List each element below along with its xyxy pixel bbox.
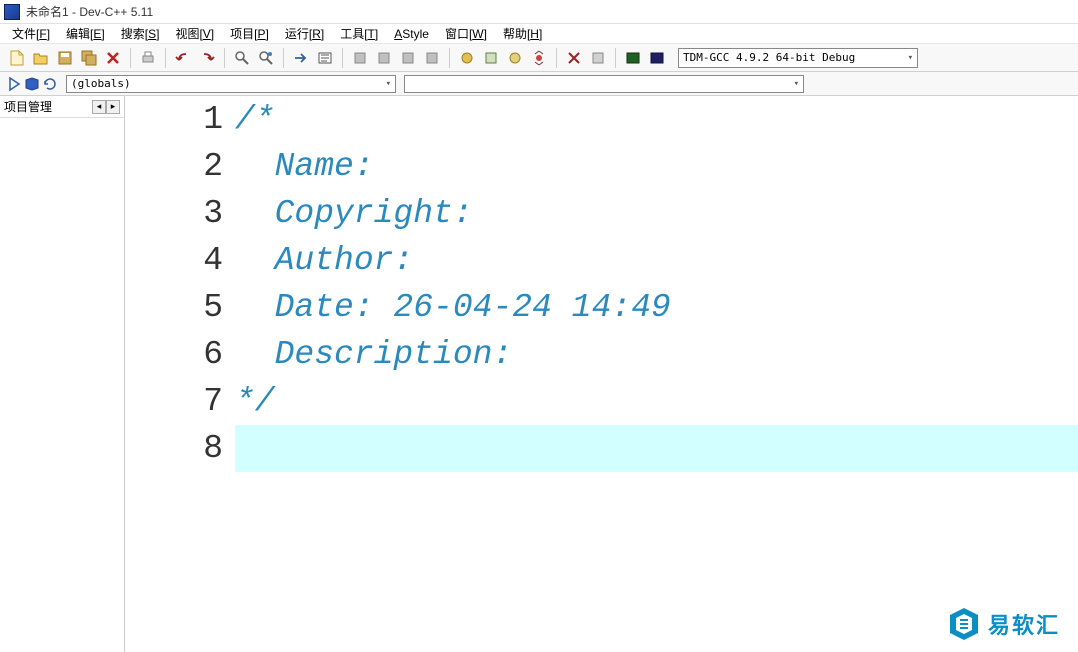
- close-icon[interactable]: [102, 47, 124, 69]
- app-icon: [4, 4, 20, 20]
- compile-icon[interactable]: [349, 47, 371, 69]
- menu-view[interactable]: 视图[V]: [167, 23, 222, 44]
- main-area: 项目管理 ◂ ▸ 1 2 3 4 5 6 7 8 /* Name: Copyri…: [0, 96, 1078, 652]
- separator: [224, 48, 225, 68]
- code-line: Description:: [235, 336, 512, 373]
- run-icon[interactable]: [373, 47, 395, 69]
- menu-astyle[interactable]: AStyle: [386, 25, 437, 43]
- menu-run[interactable]: 运行[R]: [277, 23, 332, 44]
- line-number: 1: [125, 96, 223, 143]
- separator: [130, 48, 131, 68]
- cmd1-icon[interactable]: [622, 47, 644, 69]
- chevron-down-icon: ▾: [386, 79, 391, 89]
- chevron-down-icon: ▾: [794, 79, 799, 89]
- toolbar-main: TDM-GCC 4.9.2 64-bit Debug ▾: [0, 44, 1078, 72]
- new-file-icon[interactable]: [6, 47, 28, 69]
- project-management-tab[interactable]: 项目管理: [4, 98, 52, 115]
- debug-icon[interactable]: [456, 47, 478, 69]
- profile-icon[interactable]: [563, 47, 585, 69]
- line-number: 5: [125, 284, 223, 331]
- tab-next-icon[interactable]: ▸: [106, 100, 120, 114]
- find-icon[interactable]: [231, 47, 253, 69]
- code-line: Copyright:: [235, 195, 473, 232]
- code-line: Name:: [235, 148, 374, 185]
- code-editor[interactable]: 1 2 3 4 5 6 7 8 /* Name: Copyright: Auth…: [125, 96, 1078, 652]
- sidebar: 项目管理 ◂ ▸: [0, 96, 125, 652]
- tab-prev-icon[interactable]: ◂: [92, 100, 106, 114]
- code-line: Author:: [235, 242, 413, 279]
- bookmark-icon[interactable]: [314, 47, 336, 69]
- menu-edit[interactable]: 编辑[E]: [58, 23, 113, 44]
- run-play-icon[interactable]: [6, 76, 22, 92]
- menu-tools[interactable]: 工具[T]: [332, 23, 386, 44]
- debug-over-icon[interactable]: [504, 47, 526, 69]
- line-number: 3: [125, 190, 223, 237]
- menu-help[interactable]: 帮助[H]: [495, 23, 550, 44]
- globals-combo-label: (globals): [71, 77, 131, 90]
- menubar: 文件[F] 编辑[E] 搜索[S] 视图[V] 项目[P] 运行[R] 工具[T…: [0, 24, 1078, 44]
- separator: [283, 48, 284, 68]
- replace-icon[interactable]: [255, 47, 277, 69]
- members-combo[interactable]: ▾: [404, 75, 804, 93]
- separator: [342, 48, 343, 68]
- compiler-selector[interactable]: TDM-GCC 4.9.2 64-bit Debug ▾: [678, 48, 918, 68]
- separator: [556, 48, 557, 68]
- debug-step-icon[interactable]: [480, 47, 502, 69]
- menu-search[interactable]: 搜索[S]: [113, 23, 168, 44]
- separator: [615, 48, 616, 68]
- undo-icon[interactable]: [172, 47, 194, 69]
- line-number: 4: [125, 237, 223, 284]
- refresh-icon[interactable]: [42, 76, 58, 92]
- watermark-icon: [948, 606, 980, 642]
- separator: [449, 48, 450, 68]
- separator: [165, 48, 166, 68]
- rebuild-icon[interactable]: [421, 47, 443, 69]
- titlebar: 未命名1 - Dev-C++ 5.11: [0, 0, 1078, 24]
- watermark-text: 易软汇: [988, 608, 1060, 640]
- print-icon[interactable]: [137, 47, 159, 69]
- line-number: 2: [125, 143, 223, 190]
- line-number-gutter: 1 2 3 4 5 6 7 8: [125, 96, 235, 472]
- code-line: Date: 26-04-24 14:49: [235, 289, 671, 326]
- chevron-down-icon: ▾: [908, 53, 913, 63]
- cmd2-icon[interactable]: [646, 47, 668, 69]
- sidebar-header: 项目管理 ◂ ▸: [0, 96, 124, 118]
- code-content[interactable]: /* Name: Copyright: Author: Date: 26-04-…: [235, 96, 1078, 472]
- save-all-icon[interactable]: [78, 47, 100, 69]
- line-number: 6: [125, 331, 223, 378]
- toolbar-secondary: (globals) ▾ ▾: [0, 72, 1078, 96]
- menu-project[interactable]: 项目[P]: [222, 23, 277, 44]
- code-line: */: [235, 383, 275, 420]
- open-file-icon[interactable]: [30, 47, 52, 69]
- debug-stop-icon[interactable]: [528, 47, 550, 69]
- globals-combo[interactable]: (globals) ▾: [66, 75, 396, 93]
- line-number: 7: [125, 378, 223, 425]
- watermark: 易软汇: [948, 606, 1060, 642]
- options-icon[interactable]: [587, 47, 609, 69]
- line-number: 8: [125, 425, 223, 472]
- goto-icon[interactable]: [290, 47, 312, 69]
- code-line: /*: [235, 101, 275, 138]
- compile-run-icon[interactable]: [397, 47, 419, 69]
- window-title: 未命名1 - Dev-C++ 5.11: [26, 3, 153, 20]
- redo-icon[interactable]: [196, 47, 218, 69]
- menu-file[interactable]: 文件[F]: [4, 23, 58, 44]
- class-browser-icon[interactable]: [24, 76, 40, 92]
- save-icon[interactable]: [54, 47, 76, 69]
- menu-window[interactable]: 窗口[W]: [437, 23, 495, 44]
- compiler-selector-label: TDM-GCC 4.9.2 64-bit Debug: [683, 51, 855, 64]
